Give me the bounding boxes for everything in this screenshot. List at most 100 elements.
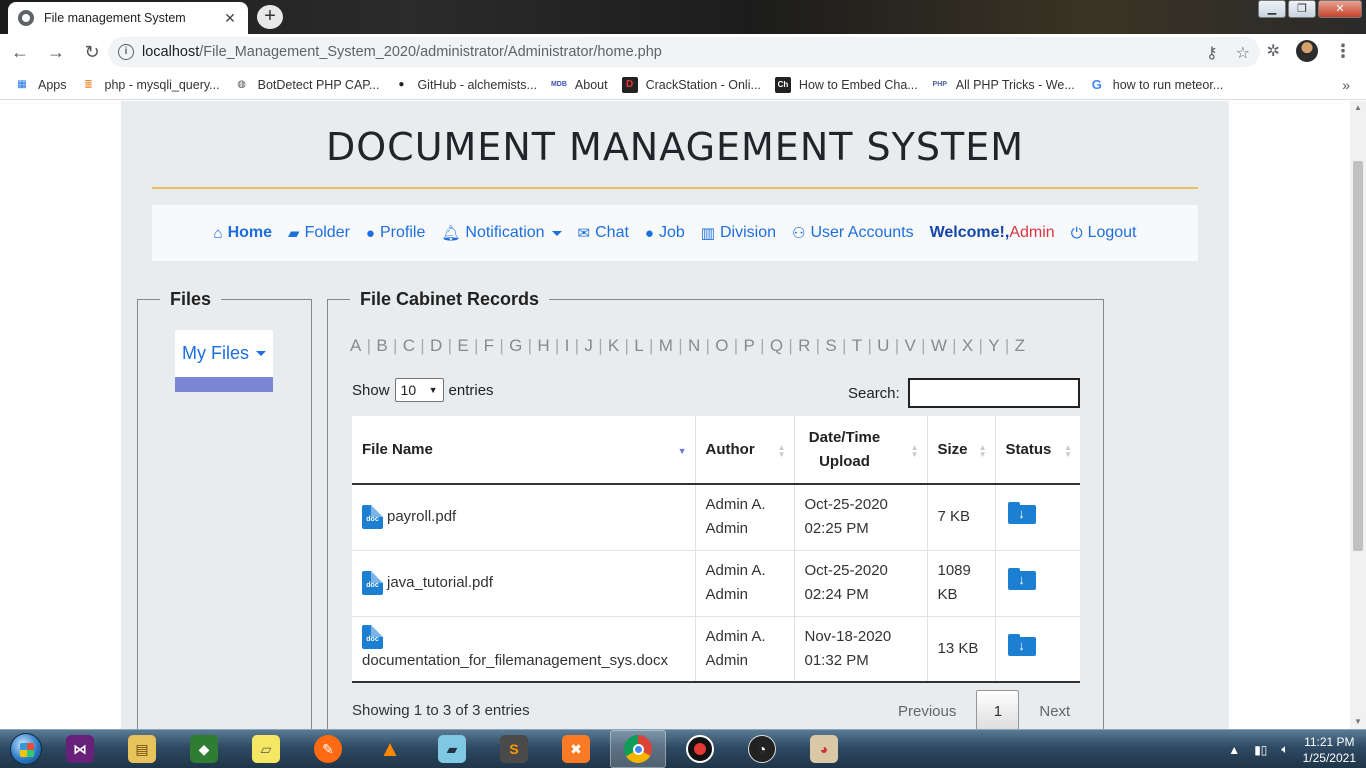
- extensions-puzzle-icon[interactable]: ✲: [1267, 41, 1280, 61]
- system-clock[interactable]: 11:21 PM 1/25/2021: [1303, 734, 1356, 766]
- column-header-file-name[interactable]: File Name ▼: [352, 416, 696, 485]
- alphabet-filter-a[interactable]: A: [350, 336, 362, 355]
- network-icon[interactable]: ▮▯: [1254, 743, 1267, 757]
- alphabet-filter-x[interactable]: X: [962, 336, 974, 355]
- start-button[interactable]: [6, 730, 46, 768]
- scrollbar-thumb[interactable]: [1353, 161, 1363, 551]
- alphabet-filter-h[interactable]: H: [537, 336, 550, 355]
- taskbar-file-explorer[interactable]: ▤: [114, 730, 170, 768]
- nav-job[interactable]: ● Job: [645, 224, 685, 242]
- alphabet-filter-n[interactable]: N: [688, 336, 701, 355]
- alphabet-filter-w[interactable]: W: [931, 336, 947, 355]
- column-header-status[interactable]: Status ▲ ▼: [995, 416, 1080, 485]
- bookmark-meteor[interactable]: Ghow to run meteor...: [1089, 77, 1224, 93]
- restore-button[interactable]: ❐: [1288, 0, 1316, 18]
- taskbar-obs[interactable]: ◔: [734, 730, 790, 768]
- scroll-down-icon[interactable]: ▼: [1350, 715, 1366, 729]
- alphabet-filter-g[interactable]: G: [509, 336, 523, 355]
- back-button[interactable]: ←: [4, 36, 36, 68]
- alphabet-filter-k[interactable]: K: [608, 336, 620, 355]
- more-menu-icon[interactable]: ⋮: [1334, 41, 1352, 62]
- cell-file-name[interactable]: doc payroll.pdf: [352, 484, 696, 551]
- bookmark-stackoverflow[interactable]: ≣ php - mysqli_query...: [81, 77, 219, 93]
- taskbar-pen-app[interactable]: ✎: [300, 730, 356, 768]
- nav-division[interactable]: ▥ Division: [701, 224, 776, 242]
- my-files-dropdown[interactable]: My Files: [175, 330, 273, 392]
- nav-profile[interactable]: ● Profile: [366, 224, 425, 242]
- bookmark-botdetect[interactable]: ◍ BotDetect PHP CAP...: [234, 77, 379, 93]
- alphabet-filter-i[interactable]: I: [565, 336, 570, 355]
- taskbar-vlc[interactable]: ▲: [362, 730, 418, 768]
- taskbar-sticky-notes[interactable]: ▱: [238, 730, 294, 768]
- close-window-button[interactable]: ✕: [1318, 0, 1362, 18]
- alphabet-filter-l[interactable]: L: [634, 336, 644, 355]
- taskbar-notepad[interactable]: ▰: [424, 730, 480, 768]
- entries-select[interactable]: 10 ▼: [394, 378, 444, 402]
- alphabet-filter-u[interactable]: U: [877, 336, 890, 355]
- page-scrollbar[interactable]: ▲ ▼: [1350, 101, 1366, 729]
- taskbar-git-gui[interactable]: ◆: [176, 730, 232, 768]
- alphabet-filter-e[interactable]: E: [457, 336, 469, 355]
- folder-download-icon[interactable]: ↓: [1007, 568, 1036, 590]
- alphabet-filter-o[interactable]: O: [715, 336, 729, 355]
- bookmark-about[interactable]: MDB About: [551, 77, 608, 93]
- browser-tab[interactable]: File management System ✕: [8, 2, 248, 34]
- alphabet-filter-v[interactable]: V: [904, 336, 916, 355]
- page-1-button[interactable]: 1: [976, 690, 1020, 729]
- tab-close-icon[interactable]: ✕: [222, 10, 238, 27]
- tray-expand-icon[interactable]: ▲: [1228, 743, 1240, 757]
- alphabet-filter-q[interactable]: Q: [770, 336, 784, 355]
- minimize-button[interactable]: ▁: [1258, 0, 1286, 18]
- scroll-up-icon[interactable]: ▲: [1350, 101, 1366, 115]
- key-icon[interactable]: ⚷: [1206, 43, 1218, 63]
- volume-icon[interactable]: 🔈︎: [1281, 742, 1288, 757]
- alphabet-filter-j[interactable]: J: [584, 336, 593, 355]
- nav-home[interactable]: ⌂ Home: [214, 224, 273, 242]
- taskbar-chrome[interactable]: [610, 730, 666, 768]
- alphabet-filter-m[interactable]: M: [659, 336, 673, 355]
- alphabet-filter-c[interactable]: C: [403, 336, 416, 355]
- column-header-date-time[interactable]: Date/Time Upload ▲ ▼: [794, 416, 928, 485]
- nav-chat[interactable]: ✉ Chat: [578, 224, 629, 242]
- folder-download-icon[interactable]: ↓: [1007, 502, 1036, 525]
- next-button[interactable]: Next: [1019, 703, 1090, 720]
- alphabet-filter-s[interactable]: S: [825, 336, 837, 355]
- my-files-button[interactable]: My Files: [175, 330, 273, 377]
- bookmark-embed-chat[interactable]: Ch How to Embed Cha...: [774, 76, 918, 93]
- bookmark-crackstation[interactable]: D CrackStation - Onli...: [621, 76, 761, 93]
- bookmark-star-icon[interactable]: ☆: [1236, 43, 1250, 63]
- folder-download-icon[interactable]: ↓: [1007, 633, 1036, 656]
- taskbar-visual-studio[interactable]: ⋈: [52, 730, 108, 768]
- alphabet-filter-y[interactable]: Y: [988, 336, 1000, 355]
- nav-folder[interactable]: ▰ Folder: [288, 224, 350, 242]
- bookmarks-overflow-icon[interactable]: »: [1342, 77, 1350, 93]
- profile-avatar[interactable]: [1296, 40, 1318, 62]
- cell-file-name[interactable]: doc java_tutorial.pdf: [352, 550, 696, 617]
- alphabet-filter-p[interactable]: P: [743, 336, 755, 355]
- alphabet-filter-z[interactable]: Z: [1015, 336, 1026, 355]
- alphabet-filter-d[interactable]: D: [430, 336, 443, 355]
- reload-button[interactable]: ↻: [76, 36, 108, 68]
- nav-notification[interactable]: 🔔︎ Notification: [441, 224, 562, 242]
- alphabet-filter-t[interactable]: T: [852, 336, 863, 355]
- cell-file-name[interactable]: doc documentation_for_filemanagement_sys.…: [352, 616, 696, 683]
- nav-logout[interactable]: ⏻ Logout: [1071, 224, 1137, 242]
- forward-button[interactable]: →: [40, 36, 72, 68]
- taskbar-sublime[interactable]: S: [486, 730, 542, 768]
- previous-button[interactable]: Previous: [878, 703, 976, 720]
- bookmark-php-tricks[interactable]: PHP All PHP Tricks - We...: [932, 77, 1075, 93]
- taskbar-xampp[interactable]: ✖: [548, 730, 604, 768]
- site-info-icon[interactable]: i: [118, 44, 134, 60]
- search-input[interactable]: [907, 378, 1080, 408]
- alphabet-filter-f[interactable]: F: [484, 336, 495, 355]
- bookmark-github[interactable]: ● GitHub - alchemists...: [393, 77, 537, 93]
- nav-user-accounts[interactable]: ⚇ User Accounts: [792, 224, 914, 242]
- alphabet-filter-r[interactable]: R: [798, 336, 811, 355]
- alphabet-filter-b[interactable]: B: [376, 336, 388, 355]
- address-bar[interactable]: i localhost/File_Management_System_2020/…: [108, 37, 1260, 67]
- new-tab-button[interactable]: +: [257, 5, 283, 29]
- taskbar-paint[interactable]: ◕: [796, 730, 852, 768]
- taskbar-recorder[interactable]: [672, 730, 728, 768]
- column-header-author[interactable]: Author ▲ ▼: [695, 416, 795, 485]
- bookmark-apps[interactable]: ▦ Apps: [14, 77, 66, 93]
